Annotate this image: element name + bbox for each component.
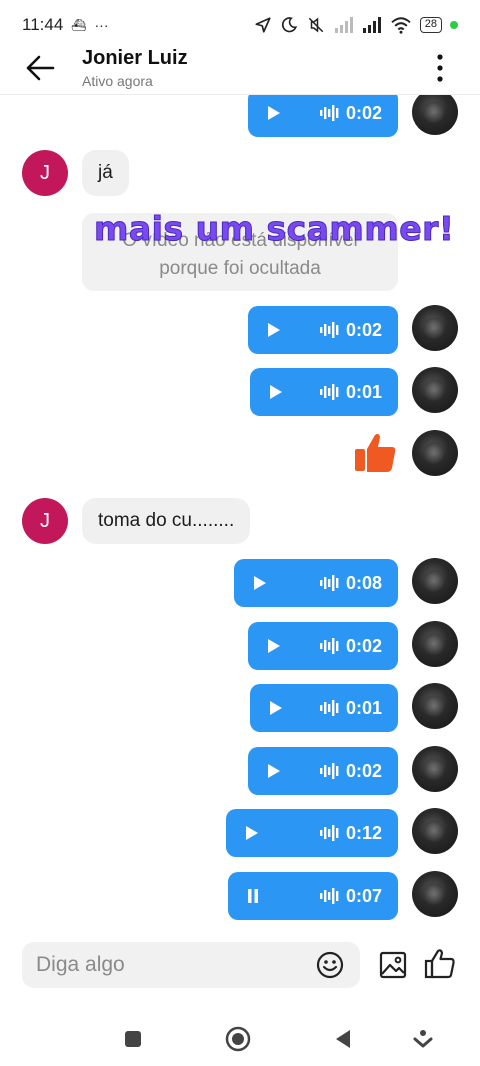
home-button[interactable] [225, 1026, 251, 1052]
play-icon[interactable] [242, 824, 260, 842]
audio-message[interactable]: 0:07 [228, 872, 398, 920]
contact-avatar[interactable]: J [22, 150, 68, 196]
play-icon[interactable] [250, 574, 268, 592]
down-chevron-icon [413, 1030, 433, 1048]
play-icon[interactable] [264, 762, 282, 780]
my-avatar [412, 430, 458, 476]
audio-message[interactable]: 0:02 [248, 306, 398, 354]
contact-status: Ativo agora [82, 73, 153, 89]
message-list[interactable]: 0:02 J já O vídeo não está disponível po… [0, 95, 480, 930]
audio-duration: 0:02 [345, 635, 382, 656]
audio-duration: 0:01 [345, 697, 382, 718]
arrow-left-icon [26, 55, 55, 81]
system-nav-bar [0, 1010, 480, 1066]
back-button[interactable] [20, 48, 60, 88]
play-icon[interactable] [264, 637, 282, 655]
play-icon[interactable] [264, 321, 282, 339]
audio-duration: 0:01 [345, 381, 382, 402]
my-avatar [412, 305, 458, 351]
pause-icon[interactable] [244, 887, 262, 905]
waveform-icon [319, 105, 339, 121]
recents-button[interactable] [120, 1026, 146, 1052]
audio-duration: 0:02 [345, 102, 382, 123]
back-nav-button[interactable] [330, 1026, 356, 1052]
notice-line-2: porque foi ocultada [159, 258, 321, 279]
waveform-icon [319, 763, 339, 779]
image-icon[interactable] [378, 950, 408, 980]
notification-icon: ⛴ [71, 18, 87, 32]
waveform-icon [319, 888, 339, 904]
waveform-icon [319, 825, 339, 841]
waveform-icon [319, 638, 339, 654]
moon-icon [281, 17, 297, 33]
audio-message[interactable]: 0:02 [248, 95, 398, 137]
status-time: 11:44 [22, 15, 64, 34]
my-avatar [412, 871, 458, 917]
battery-indicator: 28 [419, 17, 442, 33]
audio-duration: 0:12 [345, 822, 382, 843]
audio-message[interactable]: 0:08 [234, 559, 398, 607]
more-vertical-icon [437, 54, 443, 82]
play-icon[interactable] [266, 383, 284, 401]
audio-duration: 0:02 [345, 760, 382, 781]
more-options-button[interactable] [428, 50, 452, 86]
contact-info[interactable]: Jonier Luiz Ativo agora [82, 47, 188, 89]
waveform-icon [319, 322, 339, 338]
my-avatar [412, 621, 458, 667]
incoming-message[interactable]: toma do cu........ [82, 498, 251, 544]
circle-icon [225, 1026, 251, 1052]
audio-message[interactable]: 0:12 [226, 809, 398, 857]
assistant-button[interactable] [410, 1026, 436, 1052]
emoji-icon[interactable] [316, 951, 344, 979]
audio-duration: 0:07 [345, 885, 382, 906]
play-icon[interactable] [264, 104, 282, 122]
message-composer[interactable] [22, 942, 360, 988]
my-avatar [412, 808, 458, 854]
contact-name: Jonier Luiz [82, 47, 188, 69]
play-icon[interactable] [266, 699, 284, 717]
waveform-icon [319, 384, 339, 400]
audio-message[interactable]: 0:02 [248, 747, 398, 795]
location-icon [255, 17, 271, 33]
signal-icon-2 [362, 17, 381, 33]
triangle-back-icon [336, 1030, 350, 1048]
audio-message[interactable]: 0:01 [250, 684, 398, 732]
my-avatar [412, 746, 458, 792]
active-dot [450, 21, 458, 29]
chat-header: Jonier Luiz Ativo agora [0, 42, 480, 94]
contact-avatar[interactable]: J [22, 498, 68, 544]
overlay-caption: mais um scammer! [93, 209, 455, 249]
message-input[interactable] [36, 953, 286, 977]
my-avatar [412, 367, 458, 413]
incoming-message[interactable]: já [82, 150, 129, 196]
wifi-icon [391, 17, 411, 34]
signal-icon-1 [334, 17, 353, 33]
my-avatar [412, 558, 458, 604]
my-avatar [412, 683, 458, 729]
muted-icon [308, 17, 324, 33]
audio-duration: 0:08 [345, 572, 382, 593]
thumbs-up-sticker-icon[interactable] [354, 431, 398, 475]
waveform-icon [319, 575, 339, 591]
square-icon [125, 1031, 141, 1047]
more-notifications-icon: ··· [94, 17, 109, 33]
audio-message[interactable]: 0:01 [250, 368, 398, 416]
my-avatar [412, 95, 458, 135]
like-icon[interactable] [424, 948, 456, 980]
waveform-icon [319, 700, 339, 716]
audio-message[interactable]: 0:02 [248, 622, 398, 670]
audio-duration: 0:02 [345, 319, 382, 340]
